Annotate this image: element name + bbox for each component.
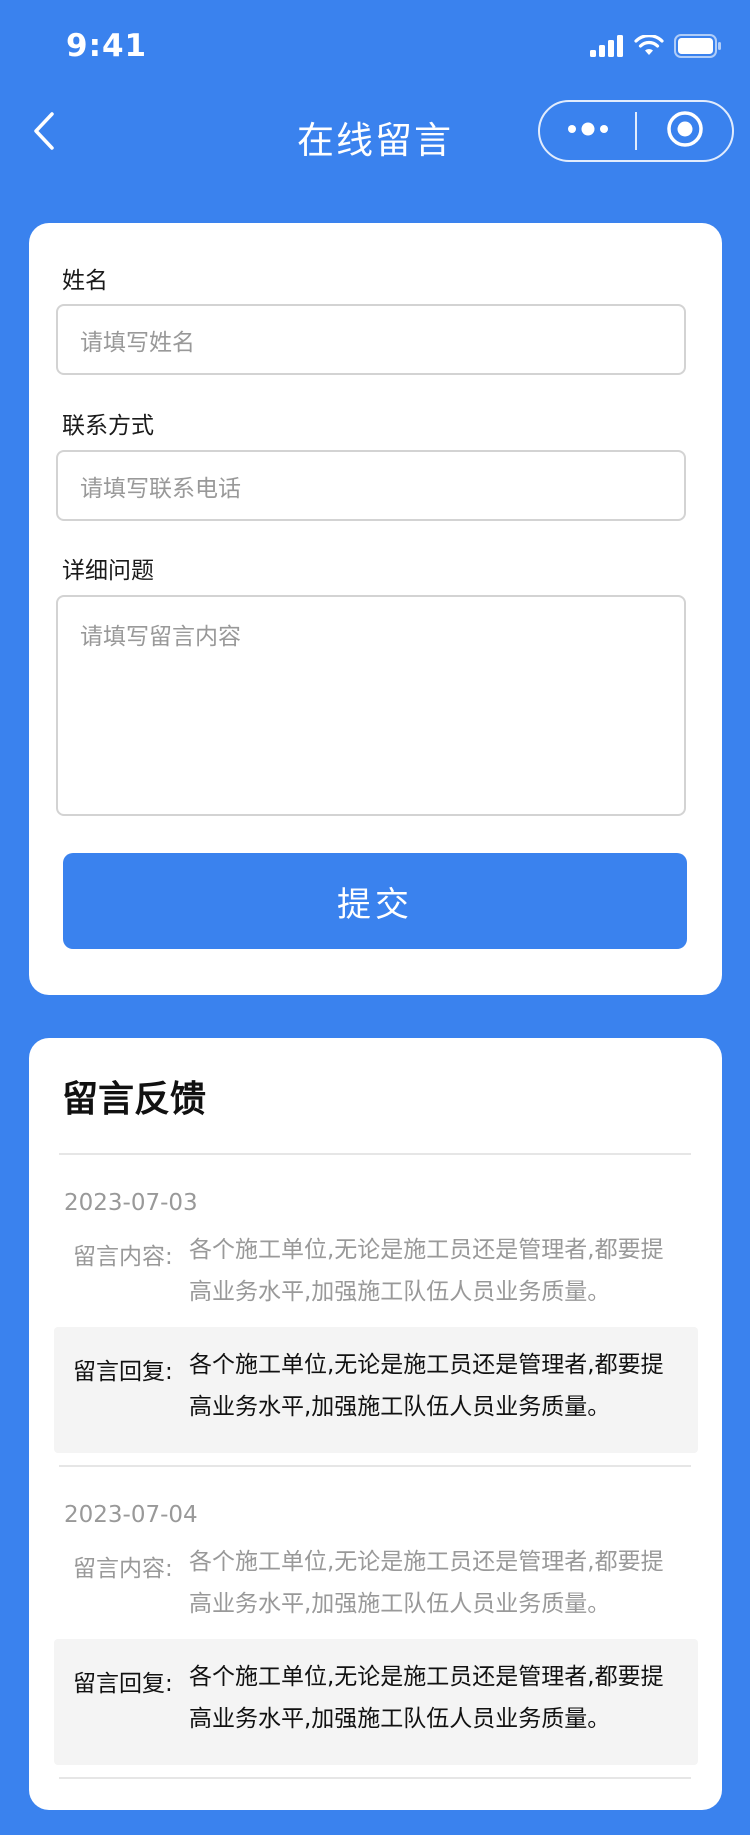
content-text: 各个施工单位,无论是施工员还是管理者,都要提 高业务水平,加强施工队伍人员业务质… — [189, 1229, 689, 1313]
reply-line: 高业务水平,加强施工队伍人员业务质量。 — [189, 1706, 611, 1732]
contact-label: 联系方式 — [62, 413, 154, 439]
status-time: 9:41 — [66, 28, 148, 64]
contact-placeholder: 请填写联系电话 — [80, 475, 241, 502]
divider — [59, 1153, 691, 1155]
wifi-icon — [634, 34, 664, 61]
feedback-title: 留言反馈 — [62, 1079, 207, 1120]
status-icons — [590, 34, 722, 62]
name-input[interactable]: 请填写姓名 — [56, 304, 686, 375]
more-dots-icon — [566, 121, 610, 141]
content-line: 各个施工单位,无论是施工员还是管理者,都要提 — [189, 1549, 664, 1575]
reply-text: 各个施工单位,无论是施工员还是管理者,都要提 高业务水平,加强施工队伍人员业务质… — [189, 1656, 689, 1740]
reply-text: 各个施工单位,无论是施工员还是管理者,都要提 高业务水平,加强施工队伍人员业务质… — [189, 1344, 689, 1428]
name-label: 姓名 — [62, 268, 108, 294]
reply-box: 留言回复: 各个施工单位,无论是施工员还是管理者,都要提 高业务水平,加强施工队… — [54, 1327, 698, 1453]
submit-button[interactable]: 提交 — [63, 853, 687, 949]
close-button[interactable] — [637, 102, 732, 160]
content-line: 各个施工单位,无论是施工员还是管理者,都要提 — [189, 1237, 664, 1263]
reply-line: 高业务水平,加强施工队伍人员业务质量。 — [189, 1394, 611, 1420]
contact-input[interactable]: 请填写联系电话 — [56, 450, 686, 521]
detail-label: 详细问题 — [62, 558, 154, 584]
signal-icon — [590, 35, 624, 61]
content-label: 留言内容: — [73, 1556, 173, 1582]
mini-program-capsule — [538, 100, 734, 162]
reply-box: 留言回复: 各个施工单位,无论是施工员还是管理者,都要提 高业务水平,加强施工队… — [54, 1639, 698, 1765]
name-placeholder: 请填写姓名 — [80, 329, 195, 356]
entry-date: 2023-07-03 — [64, 1190, 198, 1216]
content-line: 高业务水平,加强施工队伍人员业务质量。 — [189, 1591, 611, 1617]
content-line: 高业务水平,加强施工队伍人员业务质量。 — [189, 1279, 611, 1305]
divider — [59, 1777, 691, 1779]
entry-date: 2023-07-04 — [64, 1502, 198, 1528]
navigation-bar: 在线留言 — [0, 96, 750, 170]
reply-label: 留言回复: — [73, 1671, 173, 1697]
reply-line: 各个施工单位,无论是施工员还是管理者,都要提 — [189, 1352, 664, 1378]
message-form-card: 姓名 请填写姓名 联系方式 请填写联系电话 详细问题 请填写留言内容 提交 — [29, 223, 722, 995]
divider — [59, 1465, 691, 1467]
detail-placeholder: 请填写留言内容 — [80, 624, 241, 650]
content-text: 各个施工单位,无论是施工员还是管理者,都要提 高业务水平,加强施工队伍人员业务质… — [189, 1541, 689, 1625]
status-bar: 9:41 — [0, 0, 750, 96]
content-label: 留言内容: — [73, 1244, 173, 1270]
battery-icon — [674, 34, 722, 62]
detail-textarea[interactable]: 请填写留言内容 — [56, 595, 686, 816]
close-target-icon — [666, 110, 704, 152]
feedback-card: 留言反馈 2023-07-03 留言内容: 各个施工单位,无论是施工员还是管理者… — [29, 1038, 722, 1810]
reply-label: 留言回复: — [73, 1359, 173, 1385]
reply-line: 各个施工单位,无论是施工员还是管理者,都要提 — [189, 1664, 664, 1690]
more-button[interactable] — [540, 102, 635, 160]
